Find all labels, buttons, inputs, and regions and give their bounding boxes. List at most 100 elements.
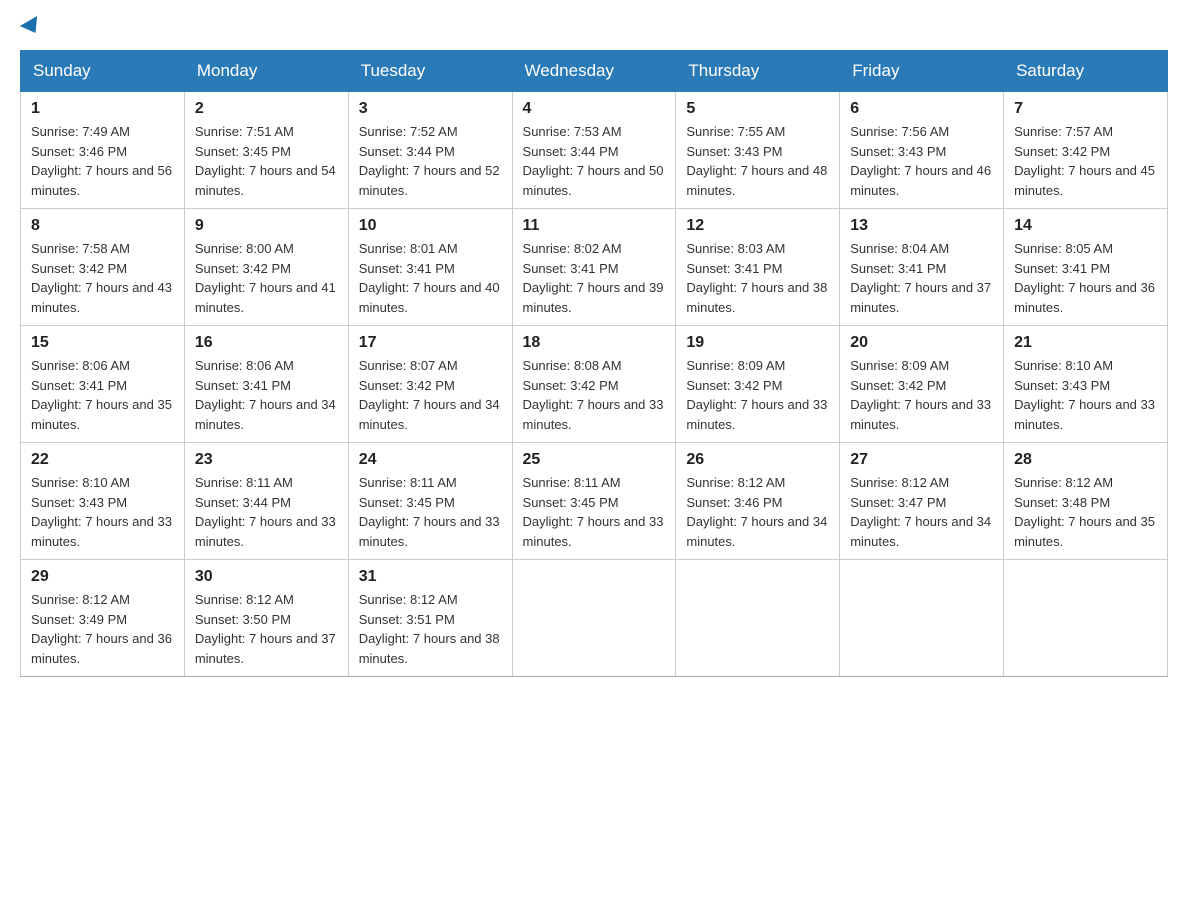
day-info: Sunrise: 7:55 AMSunset: 3:43 PMDaylight:… <box>686 122 829 200</box>
day-info: Sunrise: 8:06 AMSunset: 3:41 PMDaylight:… <box>31 356 174 434</box>
calendar-week-row: 22 Sunrise: 8:10 AMSunset: 3:43 PMDayligh… <box>21 443 1168 560</box>
header-wednesday: Wednesday <box>512 51 676 92</box>
table-row: 29 Sunrise: 8:12 AMSunset: 3:49 PMDayligh… <box>21 560 185 677</box>
day-number: 13 <box>850 217 993 235</box>
day-number: 16 <box>195 334 338 352</box>
day-number: 12 <box>686 217 829 235</box>
day-info: Sunrise: 7:51 AMSunset: 3:45 PMDaylight:… <box>195 122 338 200</box>
day-number: 21 <box>1014 334 1157 352</box>
table-row: 13 Sunrise: 8:04 AMSunset: 3:41 PMDayligh… <box>840 209 1004 326</box>
header-saturday: Saturday <box>1004 51 1168 92</box>
day-number: 14 <box>1014 217 1157 235</box>
day-number: 28 <box>1014 451 1157 469</box>
calendar-week-row: 15 Sunrise: 8:06 AMSunset: 3:41 PMDayligh… <box>21 326 1168 443</box>
day-info: Sunrise: 7:58 AMSunset: 3:42 PMDaylight:… <box>31 239 174 317</box>
day-info: Sunrise: 8:00 AMSunset: 3:42 PMDaylight:… <box>195 239 338 317</box>
table-row: 7 Sunrise: 7:57 AMSunset: 3:42 PMDaylight… <box>1004 92 1168 209</box>
day-info: Sunrise: 8:09 AMSunset: 3:42 PMDaylight:… <box>850 356 993 434</box>
weekday-header-row: Sunday Monday Tuesday Wednesday Thursday… <box>21 51 1168 92</box>
table-row: 2 Sunrise: 7:51 AMSunset: 3:45 PMDaylight… <box>184 92 348 209</box>
logo-triangle-icon <box>20 16 44 38</box>
day-info: Sunrise: 8:12 AMSunset: 3:48 PMDaylight:… <box>1014 473 1157 551</box>
day-number: 29 <box>31 568 174 586</box>
table-row: 3 Sunrise: 7:52 AMSunset: 3:44 PMDaylight… <box>348 92 512 209</box>
table-row: 19 Sunrise: 8:09 AMSunset: 3:42 PMDayligh… <box>676 326 840 443</box>
table-row: 15 Sunrise: 8:06 AMSunset: 3:41 PMDayligh… <box>21 326 185 443</box>
day-info: Sunrise: 8:12 AMSunset: 3:49 PMDaylight:… <box>31 590 174 668</box>
day-number: 2 <box>195 100 338 118</box>
day-info: Sunrise: 8:02 AMSunset: 3:41 PMDaylight:… <box>523 239 666 317</box>
table-row: 11 Sunrise: 8:02 AMSunset: 3:41 PMDayligh… <box>512 209 676 326</box>
day-number: 11 <box>523 217 666 235</box>
day-info: Sunrise: 8:06 AMSunset: 3:41 PMDaylight:… <box>195 356 338 434</box>
day-number: 1 <box>31 100 174 118</box>
day-info: Sunrise: 7:57 AMSunset: 3:42 PMDaylight:… <box>1014 122 1157 200</box>
table-row <box>1004 560 1168 677</box>
day-number: 19 <box>686 334 829 352</box>
table-row: 30 Sunrise: 8:12 AMSunset: 3:50 PMDayligh… <box>184 560 348 677</box>
table-row: 12 Sunrise: 8:03 AMSunset: 3:41 PMDayligh… <box>676 209 840 326</box>
day-info: Sunrise: 8:12 AMSunset: 3:51 PMDaylight:… <box>359 590 502 668</box>
day-number: 10 <box>359 217 502 235</box>
table-row <box>676 560 840 677</box>
header-sunday: Sunday <box>21 51 185 92</box>
day-number: 9 <box>195 217 338 235</box>
table-row: 8 Sunrise: 7:58 AMSunset: 3:42 PMDaylight… <box>21 209 185 326</box>
day-number: 18 <box>523 334 666 352</box>
table-row: 21 Sunrise: 8:10 AMSunset: 3:43 PMDayligh… <box>1004 326 1168 443</box>
day-number: 4 <box>523 100 666 118</box>
table-row: 28 Sunrise: 8:12 AMSunset: 3:48 PMDayligh… <box>1004 443 1168 560</box>
table-row: 6 Sunrise: 7:56 AMSunset: 3:43 PMDaylight… <box>840 92 1004 209</box>
day-number: 8 <box>31 217 174 235</box>
table-row: 18Sunrise: 8:08 AMSunset: 3:42 PMDayligh… <box>512 326 676 443</box>
table-row: 9 Sunrise: 8:00 AMSunset: 3:42 PMDaylight… <box>184 209 348 326</box>
day-info: Sunrise: 8:10 AMSunset: 3:43 PMDaylight:… <box>31 473 174 551</box>
day-info: Sunrise: 8:11 AMSunset: 3:45 PMDaylight:… <box>359 473 502 551</box>
header-thursday: Thursday <box>676 51 840 92</box>
day-number: 17 <box>359 334 502 352</box>
table-row: 1 Sunrise: 7:49 AMSunset: 3:46 PMDaylight… <box>21 92 185 209</box>
day-info: Sunrise: 8:09 AMSunset: 3:42 PMDaylight:… <box>686 356 829 434</box>
table-row: 25 Sunrise: 8:11 AMSunset: 3:45 PMDayligh… <box>512 443 676 560</box>
table-row <box>512 560 676 677</box>
day-info: Sunrise: 7:56 AMSunset: 3:43 PMDaylight:… <box>850 122 993 200</box>
calendar-week-row: 8 Sunrise: 7:58 AMSunset: 3:42 PMDaylight… <box>21 209 1168 326</box>
header-monday: Monday <box>184 51 348 92</box>
day-number: 23 <box>195 451 338 469</box>
table-row <box>840 560 1004 677</box>
day-number: 30 <box>195 568 338 586</box>
calendar-week-row: 29 Sunrise: 8:12 AMSunset: 3:49 PMDayligh… <box>21 560 1168 677</box>
logo <box>20 20 42 34</box>
table-row: 22 Sunrise: 8:10 AMSunset: 3:43 PMDayligh… <box>21 443 185 560</box>
day-number: 3 <box>359 100 502 118</box>
day-number: 7 <box>1014 100 1157 118</box>
table-row: 16 Sunrise: 8:06 AMSunset: 3:41 PMDayligh… <box>184 326 348 443</box>
day-info: Sunrise: 8:10 AMSunset: 3:43 PMDaylight:… <box>1014 356 1157 434</box>
day-number: 22 <box>31 451 174 469</box>
table-row: 26Sunrise: 8:12 AMSunset: 3:46 PMDayligh… <box>676 443 840 560</box>
day-info: Sunrise: 8:04 AMSunset: 3:41 PMDaylight:… <box>850 239 993 317</box>
day-number: 20 <box>850 334 993 352</box>
day-info: Sunrise: 8:11 AMSunset: 3:45 PMDaylight:… <box>523 473 666 551</box>
day-number: 6 <box>850 100 993 118</box>
page-header <box>20 20 1168 34</box>
day-number: 27 <box>850 451 993 469</box>
calendar-week-row: 1 Sunrise: 7:49 AMSunset: 3:46 PMDaylight… <box>21 92 1168 209</box>
day-number: 31 <box>359 568 502 586</box>
table-row: 31 Sunrise: 8:12 AMSunset: 3:51 PMDayligh… <box>348 560 512 677</box>
day-info: Sunrise: 8:07 AMSunset: 3:42 PMDaylight:… <box>359 356 502 434</box>
calendar-table: Sunday Monday Tuesday Wednesday Thursday… <box>20 50 1168 677</box>
day-number: 24 <box>359 451 502 469</box>
day-info: Sunrise: 7:49 AMSunset: 3:46 PMDaylight:… <box>31 122 174 200</box>
day-info: Sunrise: 8:03 AMSunset: 3:41 PMDaylight:… <box>686 239 829 317</box>
table-row: 10Sunrise: 8:01 AMSunset: 3:41 PMDayligh… <box>348 209 512 326</box>
day-info: Sunrise: 7:52 AMSunset: 3:44 PMDaylight:… <box>359 122 502 200</box>
table-row: 14 Sunrise: 8:05 AMSunset: 3:41 PMDayligh… <box>1004 209 1168 326</box>
day-number: 15 <box>31 334 174 352</box>
table-row: 17 Sunrise: 8:07 AMSunset: 3:42 PMDayligh… <box>348 326 512 443</box>
day-number: 25 <box>523 451 666 469</box>
day-info: Sunrise: 8:05 AMSunset: 3:41 PMDaylight:… <box>1014 239 1157 317</box>
day-info: Sunrise: 8:12 AMSunset: 3:50 PMDaylight:… <box>195 590 338 668</box>
table-row: 20 Sunrise: 8:09 AMSunset: 3:42 PMDayligh… <box>840 326 1004 443</box>
header-tuesday: Tuesday <box>348 51 512 92</box>
